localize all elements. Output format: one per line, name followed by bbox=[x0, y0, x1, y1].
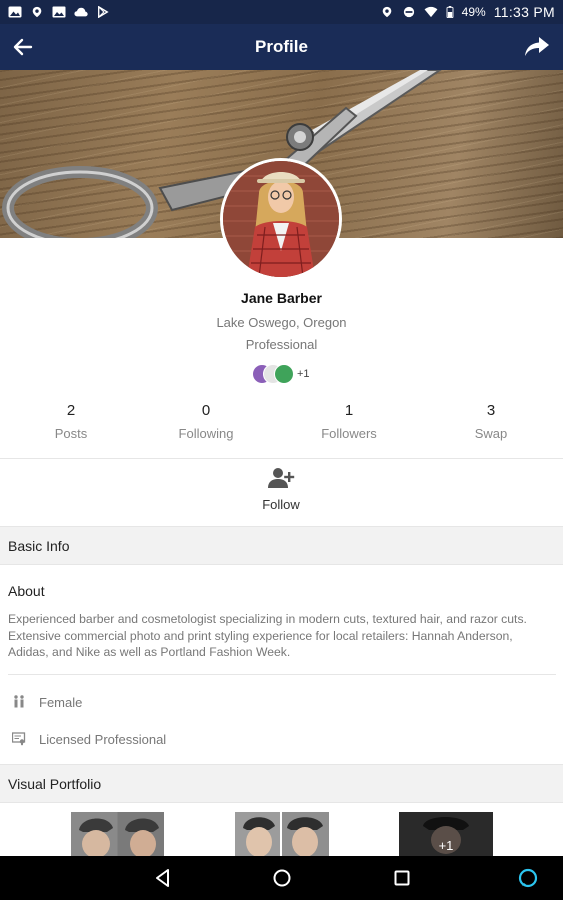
page-title: Profile bbox=[255, 37, 308, 56]
haircut-photo bbox=[79, 818, 159, 856]
certificate-icon bbox=[12, 732, 26, 746]
follow-label: Follow bbox=[262, 497, 300, 512]
skill-badges[interactable]: +1 bbox=[252, 363, 310, 385]
stat-value: 3 bbox=[486, 402, 496, 419]
stat-value: 0 bbox=[201, 402, 211, 419]
image-icon bbox=[52, 6, 66, 18]
cloud-icon bbox=[74, 7, 88, 17]
battery-icon bbox=[446, 6, 454, 18]
profile-photo bbox=[223, 161, 339, 277]
stat-swap[interactable]: 3 Swap bbox=[431, 398, 551, 441]
system-nav-bar bbox=[0, 856, 563, 900]
nav-recent-apps-icon[interactable] bbox=[392, 868, 412, 888]
follow-button[interactable]: Follow bbox=[231, 465, 331, 521]
location-pin-icon bbox=[32, 6, 42, 18]
portfolio-thumb[interactable] bbox=[235, 812, 329, 856]
alexa-icon[interactable] bbox=[518, 868, 538, 888]
about-text: Experienced barber and cosmetologist spe… bbox=[8, 612, 527, 659]
nav-home-icon[interactable] bbox=[272, 868, 292, 888]
person-add-icon bbox=[268, 468, 295, 488]
arrow-back-icon[interactable] bbox=[10, 34, 36, 60]
stat-followers[interactable]: 1 Followers bbox=[289, 398, 409, 441]
location-icon bbox=[382, 6, 391, 18]
profile-role: Professional bbox=[245, 337, 318, 352]
license-row: Licensed Professional bbox=[12, 729, 166, 749]
play-store-icon bbox=[98, 6, 109, 18]
clock: 11:33 PM bbox=[493, 4, 555, 20]
divider bbox=[0, 458, 563, 459]
stat-label: Following bbox=[178, 426, 234, 441]
stat-value: 2 bbox=[66, 402, 76, 419]
license-value: Licensed Professional bbox=[39, 731, 167, 747]
stat-following[interactable]: 0 Following bbox=[146, 398, 266, 441]
portfolio-thumb[interactable] bbox=[71, 812, 164, 856]
stat-posts[interactable]: 2 Posts bbox=[11, 398, 131, 441]
stats-row: 2 Posts 0 Following 1 Followers 3 Swap bbox=[0, 398, 563, 456]
badge-icon bbox=[274, 364, 294, 384]
status-right: 49% 11:33 PM bbox=[380, 4, 555, 20]
share-icon[interactable] bbox=[523, 33, 551, 61]
badge-more-count: +1 bbox=[297, 368, 310, 380]
app-bar: Profile bbox=[0, 24, 563, 70]
stat-label: Swap bbox=[474, 426, 508, 441]
gender-icon bbox=[14, 695, 24, 708]
battery-level: 49% bbox=[461, 5, 486, 19]
gender-row: Female bbox=[12, 692, 82, 712]
stat-label: Posts bbox=[54, 426, 88, 441]
status-bar: 49% 11:33 PM bbox=[0, 0, 563, 24]
basic-info-header: Basic Info bbox=[0, 526, 563, 565]
portfolio-more-count: +1 bbox=[438, 838, 454, 853]
portfolio-grid: +1 bbox=[0, 806, 563, 856]
profile-location: Lake Oswego, Oregon bbox=[216, 315, 347, 330]
stat-label: Followers bbox=[321, 426, 377, 441]
visual-portfolio-header: Visual Portfolio bbox=[0, 764, 563, 803]
divider bbox=[8, 674, 556, 675]
status-left-icons bbox=[8, 6, 110, 18]
gallery-icon bbox=[8, 6, 22, 18]
about-title: About bbox=[8, 583, 45, 599]
portfolio-thumb-more[interactable]: +1 bbox=[399, 812, 493, 856]
stat-value: 1 bbox=[344, 402, 354, 419]
avatar[interactable] bbox=[220, 158, 342, 280]
profile-name: Jane Barber bbox=[241, 290, 322, 306]
haircut-photo bbox=[243, 817, 323, 856]
wifi-icon bbox=[424, 6, 438, 18]
gender-value: Female bbox=[39, 694, 83, 710]
do-not-disturb-icon bbox=[403, 6, 414, 18]
nav-back-icon[interactable] bbox=[153, 868, 173, 888]
